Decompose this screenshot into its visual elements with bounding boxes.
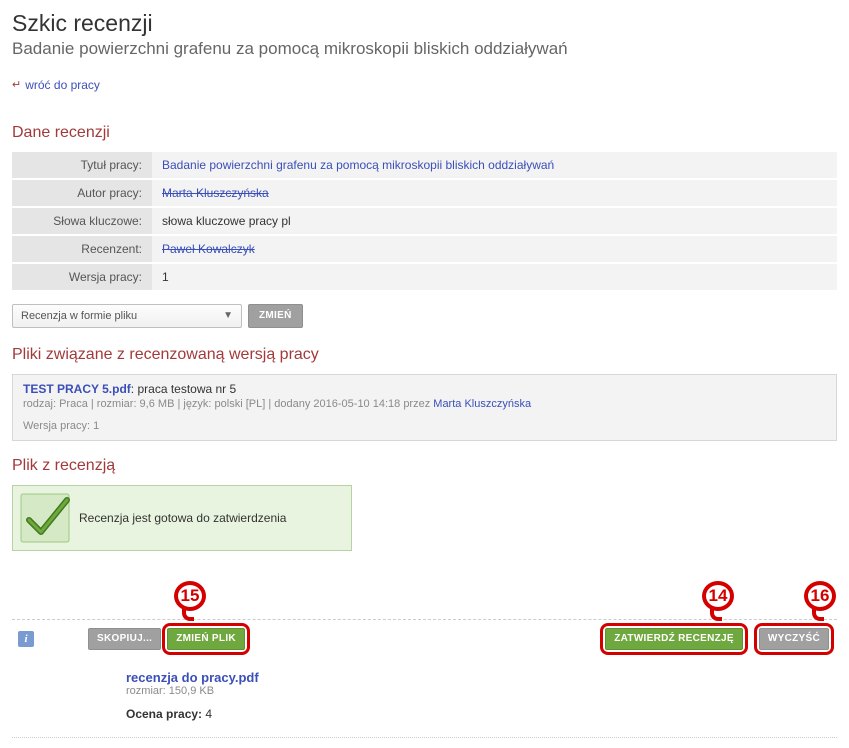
review-file-name[interactable]: recenzja do pracy.pdf: [126, 670, 831, 685]
highlight-ring-15: ZMIEŃ PLIK: [165, 626, 247, 652]
field-version-value: 1: [162, 270, 169, 284]
field-reviewer-label: Recenzent:: [12, 235, 152, 263]
field-author-value[interactable]: Marta Kluszczyńska: [162, 186, 269, 200]
review-data-table: Tytuł pracy: Badanie powierzchni grafenu…: [12, 152, 837, 292]
file-meta: rodzaj: Praca | rozmiar: 9,6 MB | język:…: [23, 398, 433, 410]
page-title: Szkic recenzji: [12, 10, 837, 37]
field-title-label: Tytuł pracy:: [12, 152, 152, 179]
highlight-ring-16: WYCZYŚĆ: [757, 626, 831, 652]
section-files-heading: Pliki związane z recenzowaną wersją prac…: [12, 346, 837, 364]
annotation-layer: 15 14 16: [12, 581, 837, 619]
file-version: Wersja pracy: 1: [23, 420, 826, 432]
field-reviewer-value[interactable]: Paweł Kowalczyk: [162, 242, 255, 256]
ready-status-box: Recenzja jest gotowa do zatwierdzenia: [12, 485, 352, 551]
highlight-ring-14: ZATWIERDŹ RECENZJĘ: [603, 626, 745, 652]
file-description: praca testowa nr 5: [137, 382, 236, 396]
related-file-box: TEST PRACY 5.pdf: praca testowa nr 5 rod…: [12, 374, 837, 441]
checkmark-icon: [19, 492, 71, 544]
action-area: i SKOPIUJ... ZMIEŃ PLIK ZATWIERDŹ RECENZ…: [12, 619, 837, 738]
review-format-selected: Recenzja w formie pliku: [21, 310, 137, 322]
annotation-14: 14: [702, 581, 734, 611]
field-title-value[interactable]: Badanie powierzchni grafenu za pomocą mi…: [162, 158, 554, 172]
approve-review-button[interactable]: ZATWIERDŹ RECENZJĘ: [605, 628, 743, 650]
annotation-15: 15: [174, 581, 206, 611]
ready-status-text: Recenzja jest gotowa do zatwierdzenia: [79, 511, 286, 525]
change-format-button[interactable]: ZMIEŃ: [248, 304, 303, 328]
chevron-down-icon: ▼: [223, 310, 233, 321]
back-link-label: wróć do pracy: [25, 78, 100, 92]
clear-button[interactable]: WYCZYŚĆ: [759, 628, 829, 650]
review-file-size: rozmiar: 150,9 KB: [126, 685, 831, 697]
review-format-select[interactable]: Recenzja w formie pliku ▼: [12, 304, 242, 328]
field-keywords-label: Słowa kluczowe:: [12, 207, 152, 235]
back-link[interactable]: ↵ wróć do pracy: [12, 78, 100, 92]
field-author-label: Autor pracy:: [12, 179, 152, 207]
section-data-heading: Dane recenzji: [12, 124, 837, 142]
file-name-link[interactable]: TEST PRACY 5.pdf: [23, 382, 131, 396]
file-uploader-link[interactable]: Marta Kluszczyńska: [433, 398, 531, 410]
page-subtitle: Badanie powierzchni grafenu za pomocą mi…: [12, 39, 837, 59]
copy-button[interactable]: SKOPIUJ...: [88, 628, 161, 650]
annotation-16: 16: [804, 581, 836, 611]
back-arrow-icon: ↵: [12, 78, 21, 91]
section-review-file-heading: Plik z recenzją: [12, 457, 837, 475]
info-icon[interactable]: i: [18, 631, 34, 647]
field-keywords-value: słowa kluczowe pracy pl: [162, 214, 291, 228]
change-file-button[interactable]: ZMIEŃ PLIK: [167, 628, 245, 650]
field-version-label: Wersja pracy:: [12, 263, 152, 291]
